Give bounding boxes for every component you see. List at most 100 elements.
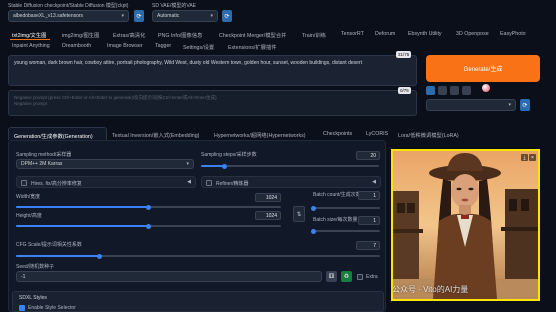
- batch-count-slider-handle[interactable]: [311, 205, 316, 211]
- refiner-checkbox[interactable]: [206, 180, 212, 186]
- cfg-number[interactable]: 7: [356, 241, 380, 250]
- swap-icon: ⇅: [296, 211, 302, 218]
- negative-token-counter: 0/75: [398, 87, 411, 94]
- batch-count-slider[interactable]: [311, 205, 380, 211]
- width-slider[interactable]: [16, 204, 281, 210]
- seed-value: -1: [21, 273, 26, 280]
- chevron-down-icon: ▾: [186, 161, 189, 167]
- read-params-button[interactable]: [426, 86, 435, 95]
- batch-size-slider[interactable]: [311, 228, 380, 234]
- styles-dropdown[interactable]: ▾: [426, 99, 516, 111]
- width-label: Width/宽度: [16, 194, 41, 200]
- tab-extensions[interactable]: Extensions/扩展插件: [228, 43, 277, 51]
- reuse-seed-button[interactable]: ♻: [341, 271, 352, 282]
- steps-slider-handle[interactable]: [221, 163, 227, 169]
- batch-size-number[interactable]: 1: [358, 216, 380, 225]
- generate-button[interactable]: Generate/生成: [426, 55, 540, 82]
- seed-input[interactable]: -1: [16, 271, 322, 282]
- refresh-icon: ⟳: [522, 102, 528, 109]
- swap-dimensions-button[interactable]: ⇅: [293, 206, 305, 222]
- vae-select[interactable]: Automatic ▾: [152, 10, 218, 22]
- batch-size-slider-handle[interactable]: [311, 228, 316, 234]
- collapse-icon: ◀: [372, 179, 376, 185]
- cfg-slider-fill: [16, 255, 100, 257]
- subtab-hypernetworks[interactable]: Hypernetworks/超网络(Hypernetworks): [214, 131, 306, 139]
- generate-label: Generate/生成: [463, 67, 503, 73]
- sampler-value: DPM++ 2M Karras: [21, 161, 63, 167]
- refresh-vae-button[interactable]: ⟳: [222, 10, 232, 22]
- hires-fix-accordion[interactable]: Hires. fix/高分辨率修复 ◀: [16, 176, 196, 188]
- height-slider[interactable]: [16, 223, 281, 229]
- subtab-checkpoints[interactable]: Checkpoints: [323, 131, 352, 137]
- sdxl-styles-accordion[interactable]: SDXL Styles Enable Style Selector: [12, 291, 384, 312]
- tab-3d-openpose[interactable]: 3D Openpose: [456, 31, 489, 37]
- height-slider-handle[interactable]: [146, 223, 151, 229]
- refresh-checkpoint-button[interactable]: ⟳: [134, 10, 144, 22]
- tab-img2img[interactable]: img2img/图生图: [62, 31, 99, 39]
- save-style-button[interactable]: [462, 86, 471, 95]
- close-icon[interactable]: ×: [529, 154, 536, 161]
- steps-label: Sampling steps/采样步数: [201, 152, 257, 158]
- tab-tagger[interactable]: Tagger: [155, 43, 171, 49]
- subtab-textual-inversion[interactable]: Textual Inversion/嵌入式(Embedding): [112, 131, 199, 139]
- cfg-slider-handle[interactable]: [97, 253, 103, 259]
- negative-prompt-placeholder: Negative prompt (press Ctrl+Enter or Alt…: [14, 95, 217, 106]
- tab-ebsynth[interactable]: Ebsynth Utility: [408, 31, 442, 37]
- seed-label: Seed/随机数种子: [16, 264, 55, 270]
- extra-networks-button[interactable]: [482, 84, 490, 92]
- height-slider-fill: [16, 225, 149, 227]
- batch-count-number[interactable]: 1: [358, 191, 380, 200]
- sdxl-styles-label: SDXL Styles: [19, 295, 47, 301]
- height-label: Height/高度: [16, 213, 42, 219]
- positive-token-counter: 31/75: [396, 51, 412, 58]
- tab-settings[interactable]: Settings/设置: [183, 43, 214, 51]
- chevron-down-icon: ▾: [210, 13, 213, 19]
- tab-txt2img[interactable]: txt2img/文生图: [12, 31, 46, 39]
- random-seed-button[interactable]: ⚅: [326, 271, 337, 282]
- checkpoint-select[interactable]: albedobaseXL_v13.safetensors ▾: [8, 10, 129, 22]
- style-apply-button[interactable]: [450, 86, 459, 95]
- generated-portrait-image: [393, 151, 538, 299]
- positive-prompt-textarea[interactable]: young woman, dark brown hair, cowboy att…: [8, 55, 417, 86]
- subtab-lora[interactable]: Lora/低秩微调模型(LoRA): [398, 131, 459, 139]
- enable-style-checkbox[interactable]: [19, 305, 25, 311]
- cfg-label: CFG Scale/提示词相关性系数: [16, 242, 82, 248]
- subtab-lycoris[interactable]: LyCORIS: [366, 131, 388, 137]
- tab-image-browser[interactable]: Image Browser: [107, 43, 143, 49]
- negative-prompt-textarea[interactable]: Negative prompt (press Ctrl+Enter or Alt…: [8, 90, 417, 116]
- tab-png-info[interactable]: PNG Info/图像信息: [158, 31, 202, 39]
- positive-prompt-text: young woman, dark brown hair, cowboy att…: [14, 60, 362, 66]
- height-number[interactable]: 1024: [255, 211, 281, 220]
- steps-slider[interactable]: [201, 163, 379, 169]
- width-number[interactable]: 1024: [255, 193, 281, 202]
- width-slider-handle[interactable]: [146, 204, 151, 210]
- tab-dreambooth[interactable]: Dreambooth: [62, 43, 91, 49]
- batch-size-label: Batch size/每次数量: [313, 217, 358, 223]
- subtab-generation[interactable]: Generation/生成参数(Generation): [8, 127, 107, 140]
- refresh-icon: ⟳: [224, 13, 230, 20]
- hires-fix-label: Hires. fix/高分辨率修复: [31, 181, 82, 187]
- download-icon[interactable]: ⤓: [521, 154, 528, 161]
- tab-easyphoto[interactable]: EasyPhoto: [500, 31, 526, 37]
- checkpoint-label: Stable Diffusion checkpoint/Stable Diffu…: [8, 3, 129, 9]
- hires-fix-checkbox[interactable]: [21, 180, 27, 186]
- steps-number[interactable]: 20: [356, 151, 380, 160]
- sampler-select[interactable]: DPM++ 2M Karras ▾: [16, 159, 194, 169]
- dice-icon: ⚅: [328, 274, 335, 280]
- extra-seed-checkbox[interactable]: [357, 274, 363, 280]
- chevron-down-icon: ▾: [508, 102, 511, 108]
- tab-checkpoint-merger[interactable]: Checkpoint Merger/模型合并: [219, 31, 286, 39]
- tab-tensorrt[interactable]: TensorRT: [341, 31, 364, 37]
- output-image-frame[interactable]: ⤓ ×: [391, 149, 540, 301]
- refresh-styles-button[interactable]: ⟳: [520, 99, 530, 111]
- trash-button[interactable]: [438, 86, 447, 95]
- tab-train[interactable]: Train/训练: [302, 31, 326, 39]
- tab-deforum[interactable]: Deforum: [375, 31, 395, 37]
- cfg-slider[interactable]: [16, 253, 380, 259]
- refresh-icon: ⟳: [136, 13, 142, 20]
- tab-extras[interactable]: Extras/高清化: [113, 31, 145, 39]
- watermark-text: 公众号 · Vito的AI力量: [392, 285, 469, 294]
- refiner-accordion[interactable]: Refiner/精炼器 ◀: [201, 176, 381, 188]
- steps-slider-fill: [201, 165, 225, 167]
- tab-inpaint-anything[interactable]: Inpaint Anything: [12, 43, 50, 49]
